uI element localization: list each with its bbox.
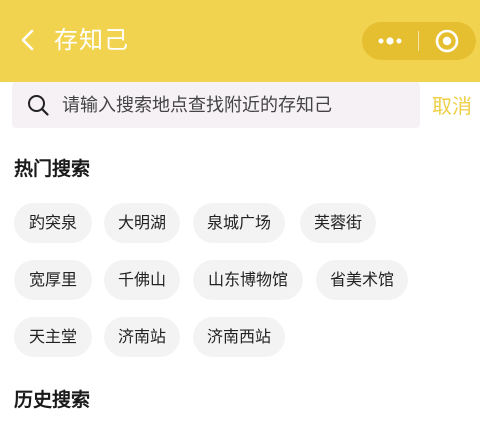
cancel-button[interactable]: 取消: [432, 92, 472, 120]
hot-search-tag[interactable]: 趵突泉: [14, 203, 92, 243]
close-button[interactable]: [419, 22, 475, 60]
hot-search-tag[interactable]: 宽厚里: [14, 260, 92, 300]
search-box[interactable]: [12, 82, 420, 128]
more-button[interactable]: [362, 22, 418, 60]
hot-search-tag[interactable]: 泉城广场: [193, 203, 285, 243]
hot-search-tag[interactable]: 济南西站: [193, 317, 285, 357]
page-title: 存知己: [54, 26, 129, 54]
page: 存知己 取消 热门搜索 趵突泉: [0, 0, 480, 433]
history-search-title: 历史搜索: [14, 389, 91, 411]
hot-search-tag[interactable]: 山东博物馆: [193, 260, 303, 300]
search-icon: [28, 95, 49, 116]
search-input[interactable]: [62, 82, 412, 128]
hot-search-tag[interactable]: 济南站: [104, 317, 180, 357]
chevron-left-icon: [21, 29, 34, 51]
hot-search-tag[interactable]: 芙蓉街: [300, 203, 376, 243]
hot-search-title: 热门搜索: [14, 158, 91, 180]
hot-search-tag[interactable]: 千佛山: [104, 260, 180, 300]
more-dots-icon: [378, 37, 402, 45]
hot-search-tag[interactable]: 大明湖: [104, 203, 180, 243]
hot-search-tag[interactable]: 省美术馆: [316, 260, 408, 300]
back-button[interactable]: [10, 22, 46, 58]
header-bar: 存知己: [0, 0, 480, 82]
mini-program-capsule: [362, 22, 476, 60]
target-circle-icon: [435, 29, 459, 53]
hot-search-tag[interactable]: 天主堂: [14, 317, 92, 357]
